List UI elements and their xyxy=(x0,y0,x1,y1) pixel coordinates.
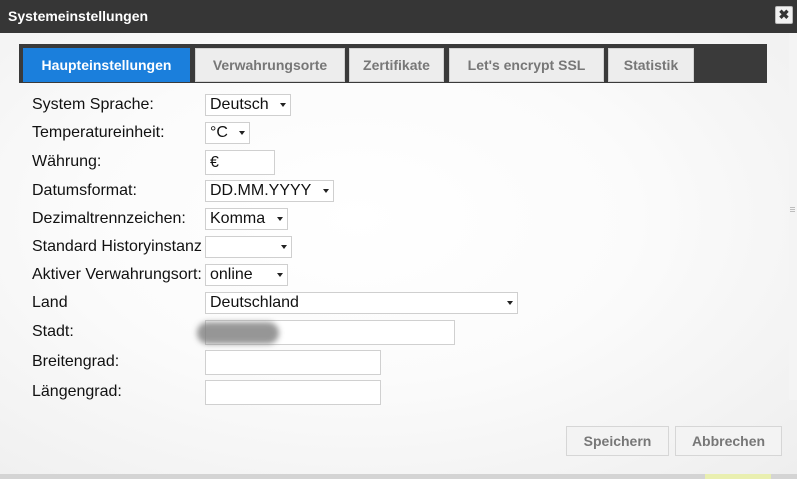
dialog-body: Haupteinstellungen Verwahrungsorte Zerti… xyxy=(0,33,797,474)
currency-input[interactable] xyxy=(205,150,275,175)
country-select[interactable]: Deutschland xyxy=(205,292,518,314)
date-format-value: DD.MM.YYYY xyxy=(210,182,312,199)
chevron-down-icon xyxy=(277,273,283,277)
redacted-city-value xyxy=(197,322,279,344)
system-language-select[interactable]: Deutsch xyxy=(205,94,291,116)
country-label: Land xyxy=(32,294,68,311)
window-bottom-edge xyxy=(0,474,797,479)
tab-bar: Haupteinstellungen Verwahrungsorte Zerti… xyxy=(19,44,767,83)
active-storage-location-label: Aktiver Verwahrungsort: xyxy=(32,266,202,283)
latitude-label: Breitengrad: xyxy=(32,353,120,370)
dialog-titlebar: Systemeinstellungen ✖ xyxy=(0,0,797,33)
close-button[interactable]: ✖ xyxy=(775,6,793,24)
chevron-down-icon xyxy=(281,245,287,249)
tab-haupteinstellungen[interactable]: Haupteinstellungen xyxy=(23,48,190,82)
system-language-label: System Sprache: xyxy=(32,96,154,113)
temperature-unit-label: Temperatureinheit: xyxy=(32,124,165,141)
longitude-label: Längengrad: xyxy=(32,383,122,400)
date-format-select[interactable]: DD.MM.YYYY xyxy=(205,180,334,202)
currency-label: Währung: xyxy=(32,153,102,170)
default-history-instance-select[interactable] xyxy=(205,236,292,258)
active-storage-location-value: online xyxy=(210,266,253,283)
active-storage-location-select[interactable]: online xyxy=(205,264,288,286)
chevron-down-icon xyxy=(507,301,513,305)
decimal-separator-value: Komma xyxy=(210,210,266,227)
tab-lets-encrypt-ssl[interactable]: Let's encrypt SSL xyxy=(449,48,604,82)
cancel-button[interactable]: Abbrechen xyxy=(675,426,782,456)
country-value: Deutschland xyxy=(210,294,299,311)
system-language-value: Deutsch xyxy=(210,96,269,113)
dialog-title: Systemeinstellungen xyxy=(8,8,149,24)
chevron-down-icon xyxy=(280,103,286,107)
chevron-down-icon xyxy=(323,189,329,193)
scrollbar-grip xyxy=(790,211,795,212)
chevron-down-icon xyxy=(277,217,283,221)
temperature-unit-value: °C xyxy=(210,124,228,141)
tab-statistik[interactable]: Statistik xyxy=(608,48,694,82)
window-bottom-accent xyxy=(705,474,771,479)
default-history-instance-label: Standard Historyinstanz xyxy=(32,238,202,255)
latitude-input[interactable] xyxy=(205,350,381,375)
chevron-down-icon xyxy=(239,131,245,135)
longitude-input[interactable] xyxy=(205,380,381,405)
city-label: Stadt: xyxy=(32,323,74,340)
scrollbar-grip xyxy=(790,207,795,208)
decimal-separator-select[interactable]: Komma xyxy=(205,208,288,230)
scrollbar[interactable] xyxy=(789,33,797,400)
date-format-label: Datumsformat: xyxy=(32,182,137,199)
save-button[interactable]: Speichern xyxy=(566,426,669,456)
tab-verwahrungsorte[interactable]: Verwahrungsorte xyxy=(195,48,345,82)
temperature-unit-select[interactable]: °C xyxy=(205,122,250,144)
tab-zertifikate[interactable]: Zertifikate xyxy=(349,48,444,82)
scrollbar-grip xyxy=(790,209,795,210)
decimal-separator-label: Dezimaltrennzeichen: xyxy=(32,210,186,227)
close-icon: ✖ xyxy=(778,7,790,22)
